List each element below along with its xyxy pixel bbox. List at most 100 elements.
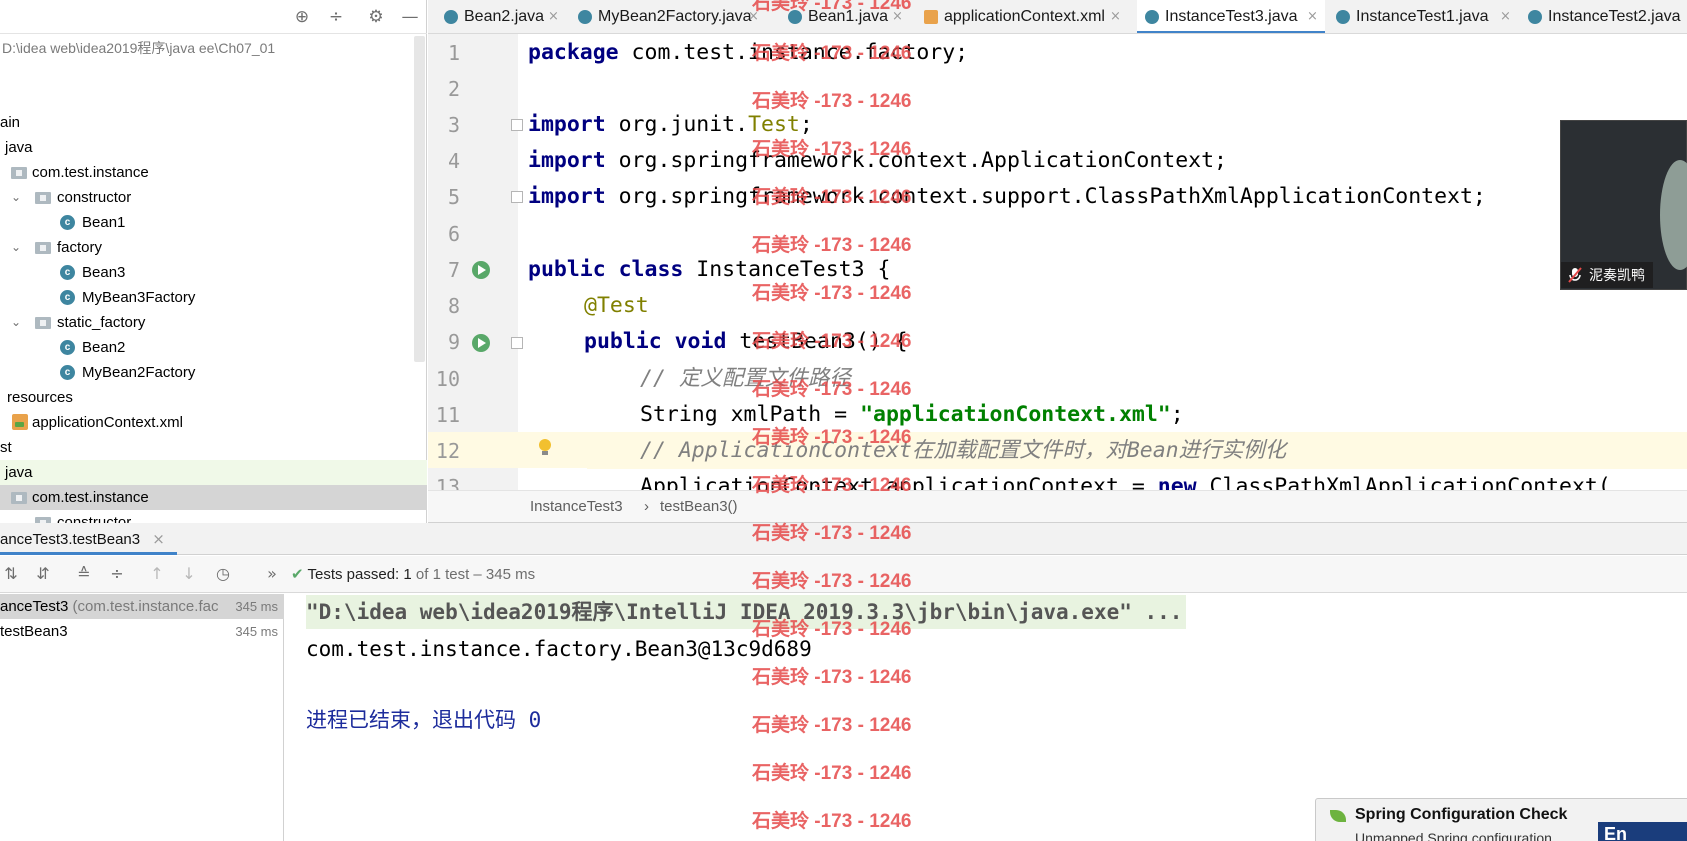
tree-item-package[interactable]: ⌄ factory [0,235,427,260]
tree-item-java[interactable]: java [0,135,427,160]
tree-item-main[interactable]: ain [0,110,427,135]
run-header [0,523,1687,555]
xml-file-icon [924,10,938,24]
code-line-4: import org.springframework.context.Appli… [528,148,1227,173]
tree-item-package[interactable]: ⌄ constructor [0,185,427,210]
run-test-icon[interactable] [472,261,490,279]
class-icon: c [60,215,75,230]
class-icon: c [60,290,75,305]
tab-instancetest1[interactable]: InstanceTest1.java × [1328,0,1518,33]
tree-item-java[interactable]: java [0,460,427,485]
sort-alpha-icon[interactable]: ⇅ [0,563,22,585]
notification-body: Unmapped Spring configuration [1355,830,1552,841]
close-icon[interactable]: × [548,0,559,33]
console-exit-line: 进程已结束，退出代码 0 [306,708,542,732]
code-line-12: // ApplicationContext在加载配置文件时，对Bean进行实例化 [640,438,1287,463]
code-line-10: // 定义配置文件路径 [640,366,851,391]
line-number: 13 [435,475,460,490]
class-icon [578,10,592,24]
line-number: 3 [447,113,460,137]
fold-icon[interactable] [511,119,523,131]
breadcrumb-class[interactable]: InstanceTest3 [530,498,623,515]
tab-instancetest2[interactable]: InstanceTest2.java [1520,0,1687,33]
close-icon[interactable]: × [892,0,903,33]
tree-item-resources[interactable]: resources [0,385,427,410]
expand-all-icon[interactable]: ≙ [73,563,95,585]
run-toolbar [0,556,1687,593]
console-command-line: "D:\idea web\idea2019程序\IntelliJ IDEA 20… [306,595,1187,629]
run-tab[interactable]: anceTest3.testBean3 × [0,523,177,555]
tests-status: ✔ Tests passed: 1 of 1 test – 345 ms [291,565,536,583]
gear-icon[interactable]: ⚙ [366,7,386,27]
tree-item-package[interactable]: ⌄ static_factory [0,310,427,335]
line-number: 8 [447,294,460,318]
tree-item-package[interactable]: constructor [0,510,427,523]
chevron-down-icon[interactable]: ⌄ [10,185,22,210]
code-line-5: import org.springframework.context.suppo… [528,184,1486,209]
chevron-down-icon[interactable]: ⌄ [10,310,22,335]
close-icon[interactable]: × [1500,0,1511,33]
code-line-11: String xmlPath = "applicationContext.xml… [640,402,1184,427]
code-line-1: package com.test.instance.factory; [528,40,969,65]
tab-mybean2factory[interactable]: MyBean2Factory.java × [570,0,766,33]
project-path: D:\idea web\idea2019程序\java ee\Ch07_01 [2,40,276,56]
close-icon[interactable]: × [748,0,759,33]
tree-item-class[interactable]: c Bean3 [0,260,427,285]
tree-item-class[interactable]: c Bean2 [0,335,427,360]
run-tab-label: anceTest3.testBean3 [0,531,141,548]
tab-bean1[interactable]: Bean1.java × [780,0,910,33]
minimize-icon[interactable]: — [400,7,420,27]
line-number: 12 [435,439,460,463]
more-icon[interactable]: » [261,563,283,585]
locate-icon[interactable]: ⊕ [292,7,312,27]
tree-item-package-selected[interactable]: com.test.instance [0,485,427,510]
code-line-13: ApplicationContext applicationContext = … [640,474,1611,490]
package-icon [11,492,27,504]
test-method-row[interactable]: testBean3 345 ms [0,619,284,644]
tree-item-test[interactable]: st [0,435,427,460]
history-icon[interactable]: ◷ [212,563,234,585]
line-number: 11 [435,403,460,427]
tree-item-class[interactable]: c MyBean2Factory [0,360,427,385]
class-icon: c [60,340,75,355]
prev-failed-icon[interactable]: ↑ [146,563,168,585]
package-icon [35,242,51,254]
breadcrumb-method[interactable]: testBean3() [660,498,738,515]
next-failed-icon[interactable]: ↓ [178,563,200,585]
tab-applicationcontext-xml[interactable]: applicationContext.xml × [916,0,1128,33]
run-test-icon[interactable] [472,334,490,352]
package-icon [11,167,27,179]
tree-item-class[interactable]: c Bean1 [0,210,427,235]
tab-bean2[interactable]: Bean2.java × [436,0,566,33]
notification-title: Spring Configuration Check [1355,806,1568,823]
tree-item-xml[interactable]: applicationContext.xml [0,410,427,435]
test-suite-row[interactable]: anceTest3 (com.test.instance.fac 345 ms [0,594,284,619]
ime-indicator[interactable]: En [1598,822,1687,841]
fold-icon[interactable] [511,191,523,203]
line-number: 7 [447,258,460,282]
line-number: 4 [447,149,460,173]
tree-item-class[interactable]: c MyBean3Factory [0,285,427,310]
line-number: 2 [447,77,460,101]
lightbulb-icon[interactable] [538,439,552,457]
editor-tabs: Bean2.java × MyBean2Factory.java × Bean1… [428,0,1687,34]
close-icon[interactable]: × [1110,0,1121,33]
close-icon[interactable]: × [1307,0,1318,33]
code-line-3: import org.junit.Test; [528,112,813,137]
collapse-all-icon[interactable]: ÷ [326,7,346,27]
chevron-down-icon[interactable]: ⌄ [10,235,22,260]
package-icon [35,317,51,329]
collapse-all-icon[interactable]: ÷ [106,563,128,585]
line-number: 6 [447,222,460,246]
close-icon[interactable]: × [152,530,165,548]
tree-item-package[interactable]: com.test.instance [0,160,427,185]
class-icon: c [60,365,75,380]
line-number: 1 [447,41,460,65]
sort-duration-icon[interactable]: ⇵ [32,563,54,585]
console-output-line: com.test.instance.factory.Bean3@13c9d689 [306,637,812,661]
fold-icon[interactable] [511,337,523,349]
class-icon [788,10,802,24]
test-class-icon [1336,10,1350,24]
tab-instancetest3[interactable]: InstanceTest3.java × [1137,0,1325,33]
class-icon: c [60,265,75,280]
